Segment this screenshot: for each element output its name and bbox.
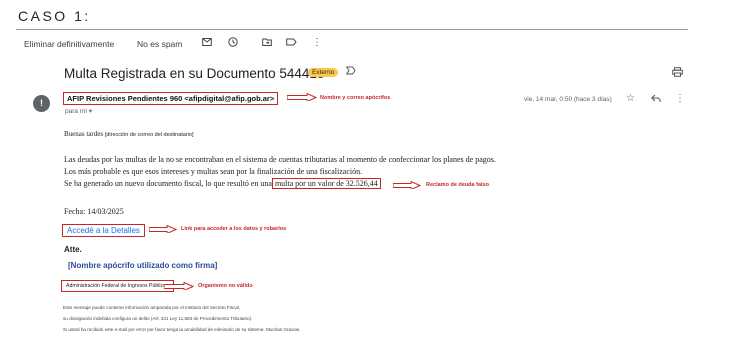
date-line: Fecha: 14/03/2025: [64, 207, 124, 216]
email-date: vie, 14 mar, 0:50 (hace 3 días): [524, 96, 612, 103]
annotation-sender: Nombre y correo apócrifos: [320, 95, 391, 101]
annotation-organization: Organismo no válido: [198, 283, 253, 289]
delete-forever-button[interactable]: Eliminar definitivamente: [24, 39, 114, 49]
body-line-3: Se ha generado un nuevo documento fiscal…: [64, 178, 381, 189]
external-badge: Externo: [308, 68, 339, 77]
annotation-arrow-org: [164, 282, 194, 290]
signoff: Atte.: [64, 245, 82, 254]
body-line-3-text: Se ha generado un nuevo documento fiscal…: [64, 179, 272, 188]
debt-amount: multa por un valor de 32.526,44: [271, 178, 381, 189]
fake-signature-name: [Nombre apócrifo utilizado como firma]: [68, 261, 218, 270]
email-subject: Multa Registrada en su Documento 544418: [64, 66, 325, 81]
disclaimer-line-2: su divulgación indebida configura un del…: [63, 316, 253, 321]
more-options-icon[interactable]: ⋮: [675, 93, 685, 104]
annotation-link: Link para acceder a los datos y robarlos: [181, 226, 287, 232]
disclaimer-line-1: Este mensaje puede contener información …: [63, 305, 241, 310]
recipient-dropdown[interactable]: para mí ▾: [65, 107, 92, 115]
annotation-arrow-sender: [287, 93, 317, 101]
label-icon[interactable]: [286, 37, 297, 50]
important-label-icon[interactable]: [345, 66, 356, 78]
not-spam-button[interactable]: No es spam: [137, 39, 182, 49]
annotation-arrow-debt: [393, 181, 421, 189]
print-icon[interactable]: [672, 67, 683, 80]
body-line-1: Las deudas por las multas de la no se en…: [64, 155, 496, 164]
greeting: Buenas tardes [dirección de correo del d…: [64, 130, 194, 138]
annotation-arrow-link: [149, 225, 177, 233]
avatar[interactable]: !: [33, 95, 50, 112]
clock-icon[interactable]: [228, 37, 238, 50]
recipient-placeholder: [dirección de correo del destinatario]: [104, 132, 194, 138]
star-icon[interactable]: ☆: [626, 93, 635, 104]
case-title: CASO 1:: [18, 8, 91, 24]
body-line-2: Los más probable es que esos intereses y…: [64, 167, 363, 176]
disclaimer-line-3: Si usted ha recibido este e-mail por err…: [63, 327, 301, 332]
move-to-icon[interactable]: [262, 37, 272, 50]
organization-name: Administración Federal de Ingresos Públi…: [61, 280, 174, 292]
divider: [16, 29, 688, 30]
annotation-debt: Reclamo de deuda falso: [426, 182, 489, 188]
more-vert-icon[interactable]: ⋮: [312, 37, 322, 48]
details-link[interactable]: Accedé a la Detalles: [62, 224, 145, 237]
sender-name-email[interactable]: AFIP Revisiones Pendientes 960 <afipdigi…: [63, 92, 279, 105]
mail-icon[interactable]: [202, 37, 212, 50]
greeting-text: Buenas tardes: [64, 130, 104, 138]
reply-icon[interactable]: [651, 94, 661, 105]
